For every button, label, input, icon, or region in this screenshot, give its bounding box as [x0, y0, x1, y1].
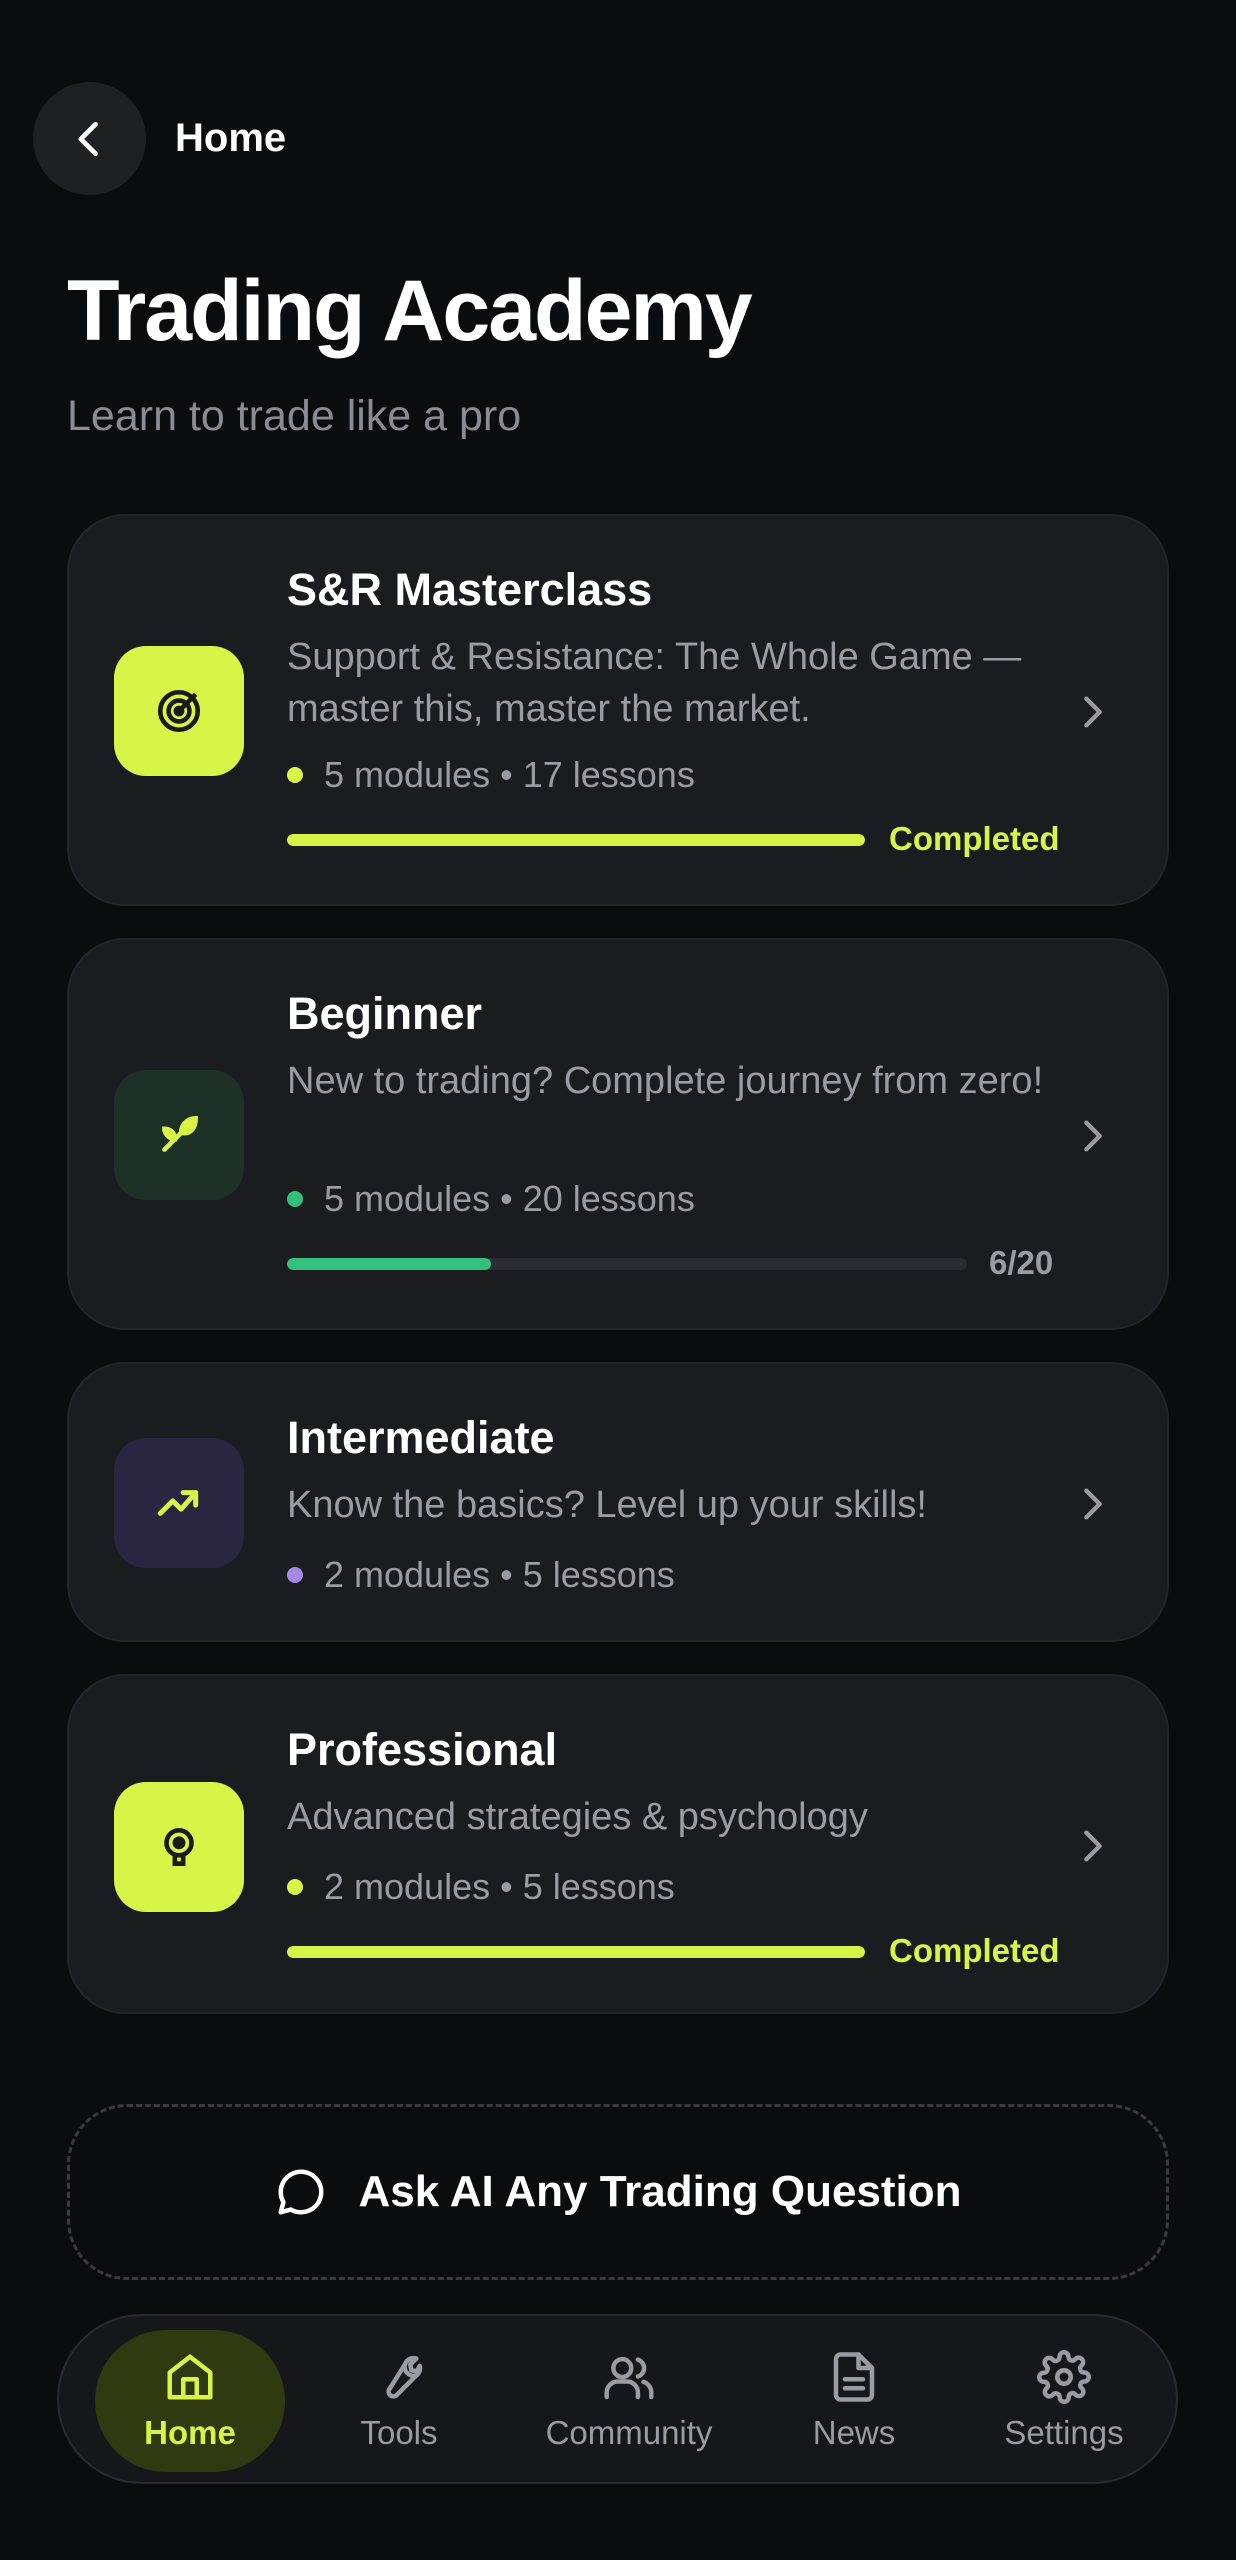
lesson-count: 17 lessons — [522, 754, 695, 795]
target-icon — [157, 689, 201, 733]
course-description: Support & Resistance: The Whole Game — m… — [287, 636, 1022, 730]
course-meta: 5 modules • 17 lessons — [287, 754, 695, 796]
brain-icon — [164, 1828, 194, 1866]
gear-icon — [1037, 2350, 1091, 2404]
chevron-left-icon — [77, 121, 98, 156]
document-icon — [833, 2352, 875, 2402]
progress-fill — [287, 1258, 491, 1270]
course-card-intermediate[interactable]: Intermediate Know the basics? Level up y… — [67, 1362, 1169, 1642]
progress-bar — [287, 1946, 865, 1958]
course-meta: 5 modules • 20 lessons — [287, 1178, 695, 1220]
bottom-nav: Home Tools Community News Settings — [57, 2314, 1178, 2484]
module-count: 2 modules — [324, 1554, 491, 1595]
chart-up-icon — [157, 1490, 199, 1516]
course-description: Advanced strategies & psychology — [287, 1796, 868, 1838]
back-button[interactable] — [33, 82, 146, 195]
nav-label-settings: Settings — [1004, 2414, 1124, 2451]
progress-fill — [287, 834, 865, 846]
module-count: 5 modules — [324, 754, 491, 795]
lesson-count: 5 lessons — [522, 1866, 675, 1907]
progress-label: 6/20 — [989, 1244, 1054, 1281]
chevron-right-icon — [1073, 1484, 1113, 1524]
nav-item-home[interactable]: Home — [95, 2330, 285, 2472]
status-dot — [287, 1567, 303, 1583]
status-dot — [287, 1879, 303, 1895]
seedling-icon — [162, 1116, 198, 1152]
lesson-count: 20 lessons — [522, 1178, 695, 1219]
page-subtitle: Learn to trade like a pro — [67, 392, 522, 440]
chevron-right-icon — [1073, 1116, 1113, 1156]
nav-label-community: Community — [545, 2414, 713, 2451]
nav-item-settings[interactable]: Settings — [969, 2330, 1159, 2472]
chevron-right-icon — [1073, 692, 1113, 732]
course-icon-box — [114, 1782, 244, 1912]
course-card-beginner[interactable]: Beginner New to trading? Complete journe… — [67, 938, 1169, 1330]
back-label[interactable]: Home — [175, 116, 286, 161]
course-title: Intermediate — [287, 1412, 555, 1463]
nav-label-home: Home — [144, 2414, 236, 2451]
chevron-right-icon — [1073, 1826, 1113, 1866]
progress-label: Completed — [889, 1932, 1060, 1969]
chat-bubble-icon — [278, 2169, 324, 2215]
status-dot — [287, 1191, 303, 1207]
progress-bar — [287, 834, 865, 846]
module-count: 5 modules — [324, 1178, 491, 1219]
progress-label: Completed — [889, 820, 1060, 857]
wrench-icon — [386, 2355, 423, 2399]
nav-item-community[interactable]: Community — [509, 2330, 749, 2472]
course-icon-box — [114, 1438, 244, 1568]
course-title: Beginner — [287, 988, 483, 1039]
progress-bar — [287, 1258, 967, 1270]
progress-fill — [287, 1946, 865, 1958]
nav-label-tools: Tools — [360, 2414, 438, 2451]
course-icon-box — [114, 1070, 244, 1200]
nav-item-tools[interactable]: Tools — [309, 2330, 489, 2472]
course-meta: 2 modules • 5 lessons — [287, 1866, 675, 1908]
course-card-sr-masterclass[interactable]: S&R Masterclass Support & Resistance: Th… — [67, 514, 1169, 906]
course-icon-box — [114, 646, 244, 776]
nav-label-news: News — [812, 2414, 896, 2451]
course-title: Professional — [287, 1724, 558, 1775]
nav-item-news[interactable]: News — [764, 2330, 944, 2472]
ask-ai-button[interactable]: Ask AI Any Trading Question — [67, 2104, 1169, 2280]
module-count: 2 modules — [324, 1866, 491, 1907]
home-icon — [167, 2354, 213, 2400]
course-card-professional[interactable]: Professional Advanced strategies & psych… — [67, 1674, 1169, 2014]
lesson-count: 5 lessons — [522, 1554, 675, 1595]
users-icon — [604, 2356, 654, 2400]
course-meta: 2 modules • 5 lessons — [287, 1554, 675, 1596]
page-title: Trading Academy — [67, 263, 753, 359]
course-description: Know the basics? Level up your skills! — [287, 1484, 927, 1526]
status-dot — [287, 767, 303, 783]
ask-ai-label: Ask AI Any Trading Question — [358, 2167, 962, 2216]
course-description: New to trading? Complete journey from ze… — [287, 1060, 1044, 1102]
course-title: S&R Masterclass — [287, 564, 653, 615]
